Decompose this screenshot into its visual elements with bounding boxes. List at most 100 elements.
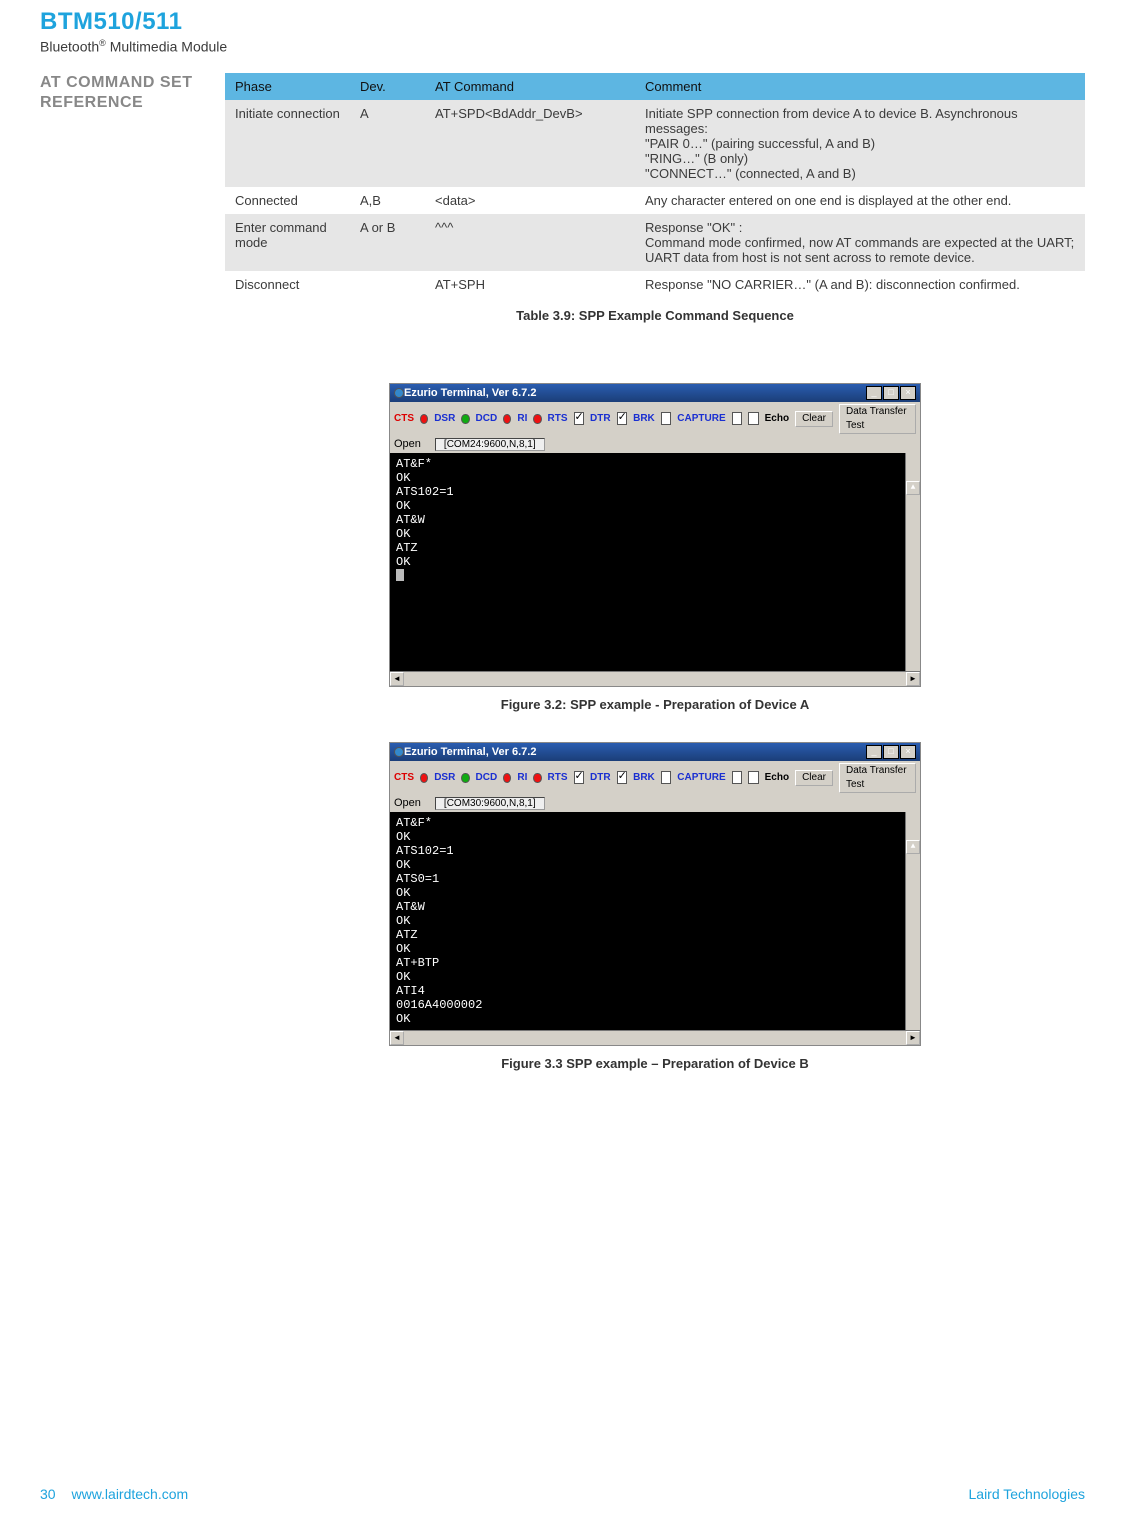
brk-checkbox[interactable] xyxy=(661,412,672,425)
figure-caption-a: Figure 3.2: SPP example - Preparation of… xyxy=(225,697,1085,712)
scroll-track[interactable] xyxy=(404,672,906,686)
figure-caption-b: Figure 3.3 SPP example – Preparation of … xyxy=(225,1056,1085,1071)
brk-label: BRK xyxy=(633,772,655,783)
subtitle-reg-mark: ® xyxy=(99,38,106,48)
rts-checkbox[interactable] xyxy=(574,771,585,784)
echo-checkbox[interactable] xyxy=(748,412,759,425)
com-port-display: [COM30:9600,N,8,1] xyxy=(435,797,545,810)
scroll-right-icon[interactable]: ► xyxy=(906,672,920,686)
terminal-output-text: AT&F* OK ATS102=1 OK ATS0=1 OK AT&W OK A… xyxy=(396,816,482,1026)
scroll-left-icon[interactable]: ◄ xyxy=(390,1031,404,1045)
scroll-right-icon[interactable]: ► xyxy=(906,1031,920,1045)
close-icon[interactable]: × xyxy=(900,386,916,400)
page-subtitle: Bluetooth® Multimedia Module xyxy=(40,38,1085,55)
subtitle-pre: Bluetooth xyxy=(40,39,99,55)
table-caption: Table 3.9: SPP Example Command Sequence xyxy=(225,308,1085,323)
maximize-icon[interactable]: □ xyxy=(883,745,899,759)
minimize-icon[interactable]: _ xyxy=(866,745,882,759)
cell-dev xyxy=(350,271,425,298)
rts-checkbox[interactable] xyxy=(574,412,585,425)
status-toolbar: CTS DSR DCD RI RTS DTR BRK CAPTURE Echo … xyxy=(390,402,920,436)
open-label: Open xyxy=(394,797,421,809)
terminal-window-b: Ezurio Terminal, Ver 6.7.2 _ □ × CTS DSR… xyxy=(389,742,921,1046)
cell-cmd: AT+SPH xyxy=(425,271,635,298)
cts-led-icon xyxy=(420,414,428,424)
maximize-icon[interactable]: □ xyxy=(883,386,899,400)
com-port-display: [COM24:9600,N,8,1] xyxy=(435,438,545,451)
cell-comment: Initiate SPP connection from device A to… xyxy=(635,100,1085,187)
table-row: Disconnect AT+SPH Response "NO CARRIER…"… xyxy=(225,271,1085,298)
spp-command-table: Phase Dev. AT Command Comment Initiate c… xyxy=(225,73,1085,298)
brk-checkbox[interactable] xyxy=(661,771,672,784)
vertical-scrollbar[interactable]: ▲ ▼ xyxy=(905,453,920,671)
rts-label: RTS xyxy=(548,413,568,424)
app-icon xyxy=(394,747,404,757)
horizontal-scrollbar[interactable]: ◄ ► xyxy=(390,671,920,686)
cell-phase: Connected xyxy=(225,187,350,214)
section-heading-line1: AT COMMAND SET xyxy=(40,74,192,91)
clear-button[interactable]: Clear xyxy=(795,770,833,786)
window-title: Ezurio Terminal, Ver 6.7.2 xyxy=(404,746,866,758)
window-titlebar[interactable]: Ezurio Terminal, Ver 6.7.2 _ □ × xyxy=(390,743,920,761)
cell-comment: Response "OK" : Command mode confirmed, … xyxy=(635,214,1085,271)
dtr-checkbox[interactable] xyxy=(617,412,628,425)
data-transfer-test-button[interactable]: Data Transfer Test xyxy=(839,404,916,434)
capture-checkbox[interactable] xyxy=(732,771,743,784)
dsr-label: DSR xyxy=(434,772,455,783)
cell-dev: A or B xyxy=(350,214,425,271)
scroll-left-icon[interactable]: ◄ xyxy=(390,672,404,686)
terminal-output-text: AT&F* OK ATS102=1 OK AT&W OK ATZ OK xyxy=(396,457,454,569)
cell-phase: Enter command mode xyxy=(225,214,350,271)
dtr-label: DTR xyxy=(590,413,611,424)
scroll-track[interactable] xyxy=(906,523,920,671)
vertical-scrollbar[interactable]: ▲ ▼ xyxy=(905,812,920,1030)
terminal-output[interactable]: AT&F* OK ATS102=1 OK ATS0=1 OK AT&W OK A… xyxy=(390,812,920,1030)
page-number: 30 xyxy=(40,1486,56,1502)
cell-phase: Disconnect xyxy=(225,271,350,298)
footer-company: Laird Technologies xyxy=(969,1486,1086,1502)
section-heading-line2: REFERENCE xyxy=(40,94,143,111)
cursor-icon xyxy=(396,569,404,581)
subtitle-post: Multimedia Module xyxy=(106,39,227,55)
ri-led-icon xyxy=(533,773,541,783)
footer-url: www.lairdtech.com xyxy=(71,1486,188,1502)
scroll-track[interactable] xyxy=(404,1031,906,1045)
cts-led-icon xyxy=(420,773,428,783)
capture-checkbox[interactable] xyxy=(732,412,743,425)
echo-checkbox[interactable] xyxy=(748,771,759,784)
cell-phase: Initiate connection xyxy=(225,100,350,187)
clear-button[interactable]: Clear xyxy=(795,411,833,427)
dcd-label: DCD xyxy=(476,772,498,783)
th-phase: Phase xyxy=(225,73,350,100)
cts-label: CTS xyxy=(394,413,414,424)
scroll-track[interactable] xyxy=(906,882,920,1030)
th-atcmd: AT Command xyxy=(425,73,635,100)
table-row: Enter command mode A or B ^^^ Response "… xyxy=(225,214,1085,271)
dtr-label: DTR xyxy=(590,772,611,783)
th-comment: Comment xyxy=(635,73,1085,100)
close-icon[interactable]: × xyxy=(900,745,916,759)
ri-led-icon xyxy=(533,414,541,424)
dcd-led-icon xyxy=(503,773,511,783)
ri-label: RI xyxy=(517,413,527,424)
cts-label: CTS xyxy=(394,772,414,783)
data-transfer-test-button[interactable]: Data Transfer Test xyxy=(839,763,916,793)
dsr-label: DSR xyxy=(434,413,455,424)
ri-label: RI xyxy=(517,772,527,783)
capture-label: CAPTURE xyxy=(677,772,725,783)
table-row: Connected A,B <data> Any character enter… xyxy=(225,187,1085,214)
cell-cmd: <data> xyxy=(425,187,635,214)
dtr-checkbox[interactable] xyxy=(617,771,628,784)
scroll-up-icon[interactable]: ▲ xyxy=(906,481,920,495)
horizontal-scrollbar[interactable]: ◄ ► xyxy=(390,1030,920,1045)
window-titlebar[interactable]: Ezurio Terminal, Ver 6.7.2 _ □ × xyxy=(390,384,920,402)
open-label: Open xyxy=(394,438,421,450)
status-toolbar: CTS DSR DCD RI RTS DTR BRK CAPTURE Echo … xyxy=(390,761,920,795)
table-row: Initiate connection A AT+SPD<BdAddr_DevB… xyxy=(225,100,1085,187)
minimize-icon[interactable]: _ xyxy=(866,386,882,400)
dsr-led-icon xyxy=(461,414,469,424)
terminal-output[interactable]: AT&F* OK ATS102=1 OK AT&W OK ATZ OK ▲ ▼ xyxy=(390,453,920,671)
dcd-label: DCD xyxy=(476,413,498,424)
scroll-up-icon[interactable]: ▲ xyxy=(906,840,920,854)
app-icon xyxy=(394,388,404,398)
